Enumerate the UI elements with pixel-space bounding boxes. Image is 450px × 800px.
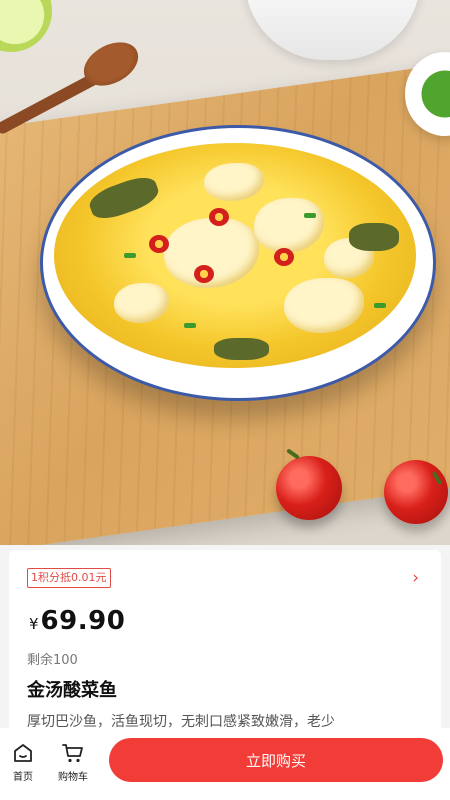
golden-soup xyxy=(54,143,416,368)
currency-symbol: ¥ xyxy=(29,615,39,633)
coupon-row[interactable]: 1积分抵0.01元 › xyxy=(27,568,419,592)
pickled-vegetable xyxy=(349,223,399,251)
cart-nav-button[interactable]: 购物车 xyxy=(50,742,96,783)
cherry-tomato xyxy=(384,460,448,524)
cherry-tomato xyxy=(276,456,342,520)
stock-remaining: 剩余100 xyxy=(27,653,78,668)
rice-bowl xyxy=(245,0,420,60)
cart-label: 购物车 xyxy=(58,772,88,783)
product-image xyxy=(0,0,450,545)
cart-icon xyxy=(62,744,83,763)
chili-slice xyxy=(149,235,169,253)
chili-slice xyxy=(209,208,229,226)
scallion xyxy=(374,303,386,308)
fish-slice xyxy=(204,163,264,201)
points-coupon-tag: 1积分抵0.01元 xyxy=(27,568,111,588)
price: ¥69.90 xyxy=(29,606,125,636)
pickled-vegetable xyxy=(214,338,269,360)
chevron-right-icon[interactable]: › xyxy=(412,569,419,587)
product-title: 金汤酸菜鱼 xyxy=(27,680,117,701)
home-icon xyxy=(14,744,32,762)
fish-slice xyxy=(114,283,169,323)
buy-now-button[interactable]: 立即购买 xyxy=(109,738,443,782)
scallion xyxy=(304,213,316,218)
chili-slice xyxy=(274,248,294,266)
chili-slice xyxy=(194,265,214,283)
home-label: 首页 xyxy=(13,772,33,783)
fish-slice xyxy=(254,198,324,253)
scallion xyxy=(184,323,196,328)
bottom-action-bar: 首页 购物车 立即购买 xyxy=(0,728,450,800)
lime-slice xyxy=(0,0,52,52)
fish-slice xyxy=(284,278,364,333)
price-value: 69.90 xyxy=(40,606,126,636)
scallion xyxy=(124,253,136,258)
home-nav-button[interactable]: 首页 xyxy=(0,742,46,783)
